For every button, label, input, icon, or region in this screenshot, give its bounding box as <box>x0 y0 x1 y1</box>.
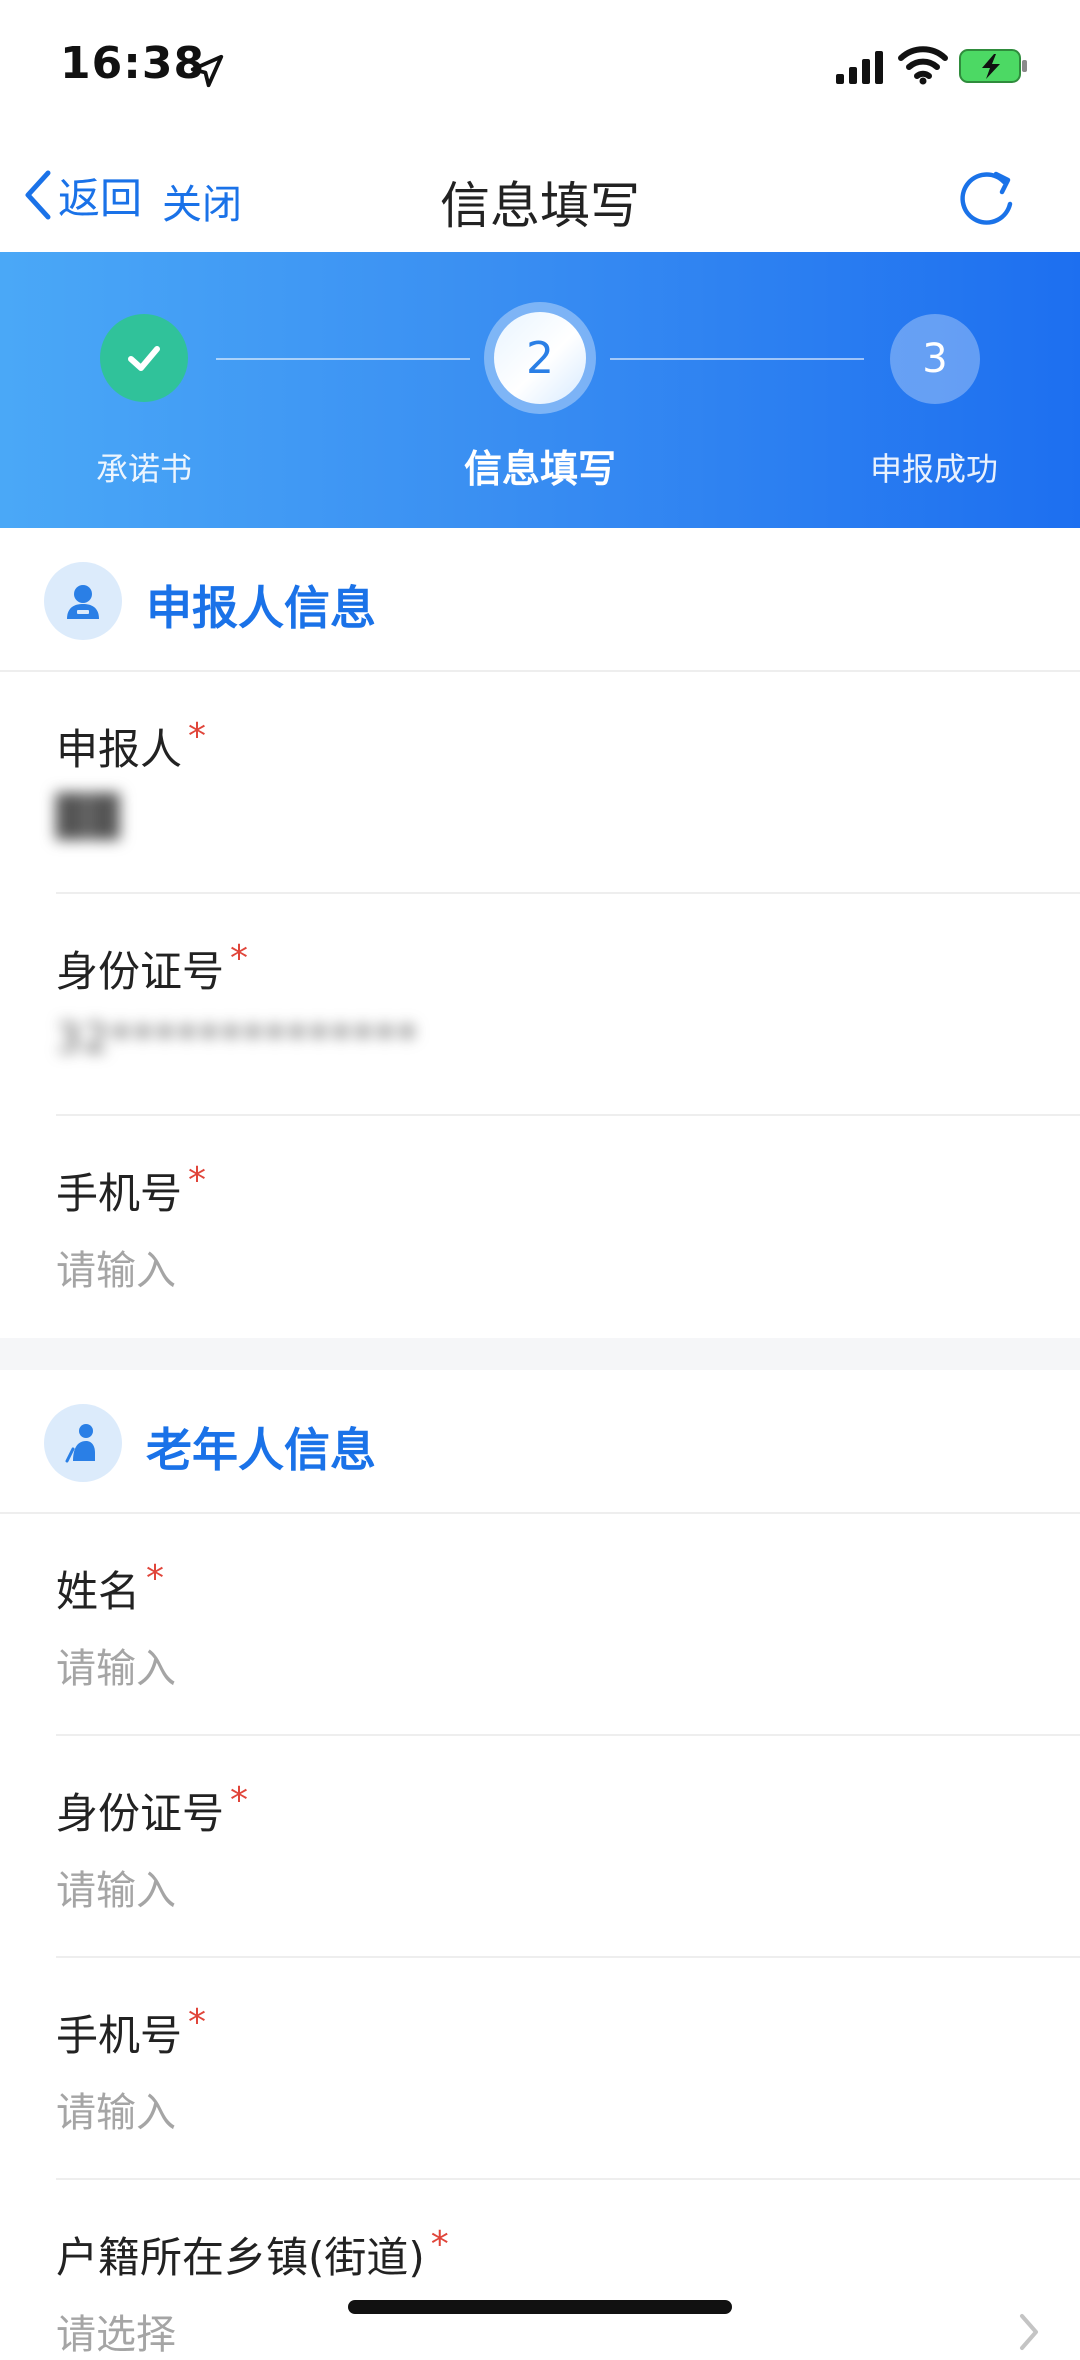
home-indicator[interactable] <box>348 2300 732 2314</box>
step-connector <box>216 358 470 360</box>
applicant-id-field[interactable]: 身份证号 * 32************** <box>0 894 1080 1116</box>
applicant-id-value[interactable]: 32************** <box>56 1016 419 1062</box>
required-marker: * <box>188 1160 207 1201</box>
field-label: 申报人 * <box>56 716 207 774</box>
step-3-label: 申报成功 <box>869 450 998 488</box>
step-connector <box>610 358 864 360</box>
elderly-person-icon <box>65 1424 95 1463</box>
required-marker: * <box>230 1780 249 1821</box>
step-2-number: 2 <box>494 312 586 404</box>
refresh-icon[interactable] <box>952 164 1020 232</box>
required-marker: * <box>146 1558 165 1599</box>
elder-name-field[interactable]: 姓名 * 请输入 <box>0 1514 1080 1736</box>
required-marker: * <box>430 2224 449 2265</box>
person-badge-icon <box>67 585 99 619</box>
step-3-number: 3 <box>890 314 980 404</box>
step-1-done-indicator <box>100 314 188 402</box>
elder-township-select[interactable]: 请选择 <box>56 2302 176 2360</box>
step-2-label: 信息填写 <box>463 447 616 491</box>
applicant-phone-field[interactable]: 手机号 * 请输入 <box>0 1116 1080 1338</box>
cellular-signal-icon <box>836 51 883 84</box>
step-2-current-indicator: 2 <box>484 302 596 414</box>
chevron-right-icon <box>1020 2314 1038 2350</box>
location-arrow-icon <box>190 54 224 88</box>
status-bar: 16:38 <box>0 0 1080 140</box>
wifi-icon <box>898 46 948 85</box>
field-label: 户籍所在乡镇(街道) * <box>56 2224 449 2282</box>
applicant-person-icon <box>44 562 122 640</box>
section-gap <box>0 1338 1080 1370</box>
elder-phone-input[interactable]: 请输入 <box>56 2080 176 2138</box>
elder-person-icon <box>44 1404 122 1482</box>
check-icon <box>128 346 160 371</box>
elder-section-title: 老年人信息 <box>146 1423 376 1477</box>
field-label: 姓名 * <box>56 1558 165 1616</box>
applicant-section-title: 申报人信息 <box>146 581 376 635</box>
step-1-label: 承诺书 <box>95 450 192 488</box>
elder-name-input[interactable]: 请输入 <box>56 1636 176 1694</box>
applicant-section-header: 申报人信息 <box>0 528 1080 672</box>
field-label: 手机号 * <box>56 2002 207 2060</box>
elder-section-header: 老年人信息 <box>0 1370 1080 1514</box>
required-marker: * <box>188 716 207 757</box>
nav-bar: 返回 关闭 信息填写 <box>0 140 1080 252</box>
field-label: 身份证号 * <box>56 938 249 996</box>
field-label: 手机号 * <box>56 1160 207 1218</box>
applicant-phone-input[interactable]: 请输入 <box>56 1238 176 1296</box>
elder-phone-field[interactable]: 手机号 * 请输入 <box>0 1958 1080 2180</box>
elder-id-field[interactable]: 身份证号 * 请输入 <box>0 1736 1080 1958</box>
page-title: 信息填写 <box>440 177 640 235</box>
required-marker: * <box>230 938 249 979</box>
field-label: 身份证号 * <box>56 1780 249 1838</box>
step-progress: 2 3 承诺书 信息填写 申报成功 <box>0 252 1080 528</box>
applicant-name-field[interactable]: 申报人 * ██ <box>0 672 1080 894</box>
elder-id-input[interactable]: 请输入 <box>56 1858 176 1916</box>
battery-charging-icon <box>959 49 1027 83</box>
required-marker: * <box>188 2002 207 2043</box>
applicant-name-value[interactable]: ██ <box>56 794 122 840</box>
status-time: 16:38 <box>60 38 206 89</box>
